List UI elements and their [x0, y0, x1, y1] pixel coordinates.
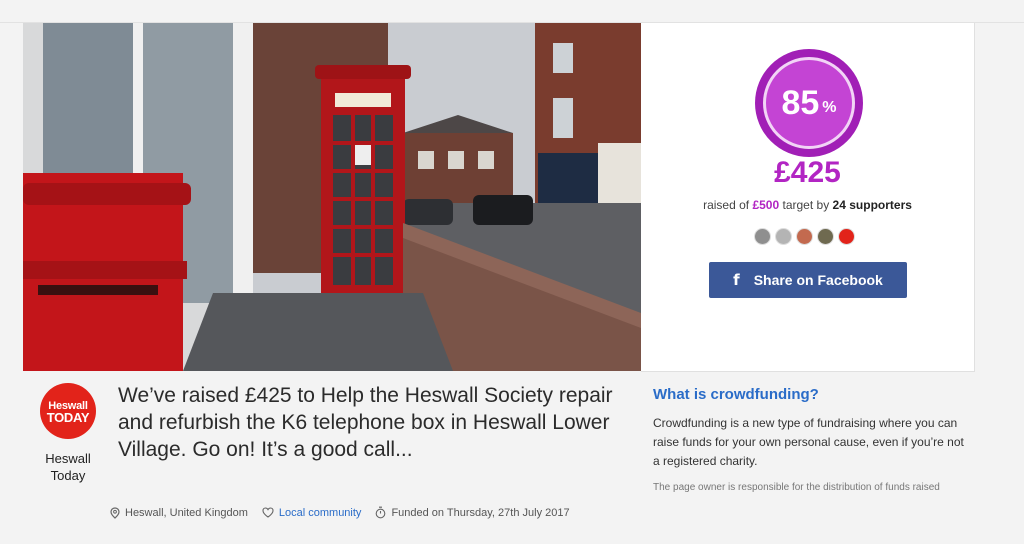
logo-line-2: TODAY — [46, 410, 90, 425]
target-amount: £500 — [752, 198, 780, 212]
raised-amount: £425 — [774, 156, 841, 189]
campaign-photo — [23, 23, 641, 371]
campaign-headline: We’ve raised £425 to Help the Heswall So… — [118, 384, 613, 461]
heart-icon — [262, 507, 274, 518]
organiser-name-line-1: Heswall — [45, 451, 91, 466]
supporters-count: 24 supporters — [832, 198, 912, 212]
facebook-icon: f — [733, 271, 740, 289]
crowdfunding-info-text: Crowdfunding is a new type of fundraisin… — [653, 416, 964, 468]
percent-value: 85 — [781, 83, 820, 122]
avatar[interactable] — [838, 228, 855, 245]
raised-prefix: raised of — [703, 198, 750, 212]
organiser-logo[interactable]: Heswall TODAY — [40, 383, 96, 439]
avatar[interactable] — [754, 228, 771, 245]
avatar[interactable] — [796, 228, 813, 245]
location-text: Heswall, United Kingdom — [125, 506, 248, 519]
stopwatch-icon — [376, 506, 386, 519]
share-facebook-button[interactable]: f Share on Facebook — [709, 262, 907, 298]
percent-sign: % — [822, 99, 837, 116]
meta-location: Heswall, United Kingdom — [110, 507, 248, 519]
supporter-avatars — [754, 228, 855, 245]
funded-text: Funded on Thursday, 27th July 2017 — [391, 506, 570, 519]
organiser-name[interactable]: Heswall Today — [32, 450, 104, 484]
target-line: raised of £500 target by 24 supporters — [641, 198, 974, 212]
target-word: target by — [782, 198, 830, 212]
location-pin-icon — [110, 506, 120, 519]
funding-panel: 85 % £425 raised of £500 target by 24 su… — [641, 23, 975, 372]
meta-funded: Funded on Thursday, 27th July 2017 — [375, 506, 570, 519]
avatar[interactable] — [775, 228, 792, 245]
share-label: Share on Facebook — [753, 272, 883, 288]
campaign-meta: Heswall, United Kingdom Local community … — [110, 506, 570, 519]
organiser-name-line-2: Today — [50, 468, 86, 483]
avatar[interactable] — [817, 228, 834, 245]
meta-category[interactable]: Local community — [262, 507, 362, 519]
category-link[interactable]: Local community — [279, 507, 362, 519]
responsibility-note: The page owner is responsible for the di… — [653, 482, 940, 493]
crowdfunding-info-link[interactable]: What is crowdfunding? — [653, 386, 819, 403]
progress-ring: 85 % — [755, 49, 863, 157]
progress-ring-inner: 85 % — [763, 57, 855, 149]
